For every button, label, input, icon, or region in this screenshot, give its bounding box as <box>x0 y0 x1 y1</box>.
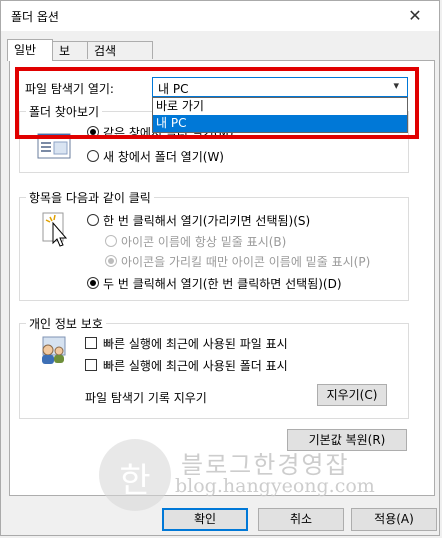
folder-options-window: 폴더 옵션 ✕ 일반 보기 검색 파일 탐색기 열기: 내 PC ▾ 바로 가기… <box>0 0 440 536</box>
recent-files-checkbox[interactable] <box>85 337 97 349</box>
single-click-radio[interactable] <box>87 214 99 226</box>
double-click-radio[interactable] <box>87 277 99 289</box>
recent-folders-checkbox[interactable] <box>85 359 97 371</box>
title-bar: 폴더 옵션 ✕ <box>1 1 439 31</box>
apply-button[interactable]: 적용(A) <box>351 508 437 531</box>
window-title: 폴더 옵션 <box>11 10 59 24</box>
folder-window-icon <box>37 133 71 159</box>
recent-files-label[interactable]: 빠른 실행에 최근에 사용된 파일 표시 <box>103 335 288 352</box>
new-window-label[interactable]: 새 창에서 폴더 열기(W) <box>103 148 224 165</box>
new-window-radio[interactable] <box>87 150 99 162</box>
explorer-open-dropdown: 바로 가기 내 PC <box>152 97 408 133</box>
tab-search[interactable]: 검색 <box>87 41 153 59</box>
dropdown-option-this-pc[interactable]: 내 PC <box>153 115 407 132</box>
watermark-url: blog.hangyeong.com <box>175 475 375 497</box>
underline-always-label[interactable]: 아이콘 이름에 항상 밑줄 표시(B) <box>121 233 286 250</box>
clear-history-button[interactable]: 지우기(C) <box>317 384 387 406</box>
privacy-legend: 개인 정보 보호 <box>26 315 106 332</box>
watermark-logo: 한 <box>99 439 171 511</box>
click-items-legend: 항목을 다음과 같이 클릭 <box>26 189 154 206</box>
ok-button[interactable]: 확인 <box>162 508 248 531</box>
recent-folders-label[interactable]: 빠른 실행에 최근에 사용된 폴더 표시 <box>103 357 288 374</box>
browse-folders-legend: 폴더 찾아보기 <box>26 103 103 120</box>
double-click-label[interactable]: 두 번 클릭해서 열기(한 번 클릭하면 선택됨)(D) <box>103 275 342 292</box>
restore-defaults-button[interactable]: 기본값 복원(R) <box>287 429 407 451</box>
cancel-button[interactable]: 취소 <box>258 508 344 531</box>
underline-hover-radio[interactable] <box>105 255 117 267</box>
explorer-open-value: 내 PC <box>158 82 189 96</box>
dropdown-option-shortcut[interactable]: 바로 가기 <box>153 98 407 115</box>
same-window-radio[interactable] <box>87 126 99 138</box>
privacy-people-icon <box>42 336 66 364</box>
single-click-label[interactable]: 한 번 클릭해서 열기(가리키면 선택됨)(S) <box>103 212 310 229</box>
underline-always-radio[interactable] <box>105 235 117 247</box>
close-icon[interactable]: ✕ <box>395 2 435 30</box>
mouse-pointer-icon <box>42 212 68 247</box>
watermark-glyph: 한 <box>119 461 151 501</box>
tab-view[interactable]: 보기 <box>52 41 88 76</box>
chevron-down-icon: ▾ <box>393 79 399 92</box>
explorer-open-select[interactable]: 내 PC ▾ <box>152 77 408 97</box>
explorer-open-label: 파일 탐색기 열기: <box>25 82 114 96</box>
tab-general[interactable]: 일반 <box>7 39 53 61</box>
clear-history-label: 파일 탐색기 기록 지우기 <box>85 391 207 405</box>
underline-hover-label[interactable]: 아이콘을 가리킬 때만 아이콘 이름에 밑줄 표시(P) <box>121 253 370 270</box>
